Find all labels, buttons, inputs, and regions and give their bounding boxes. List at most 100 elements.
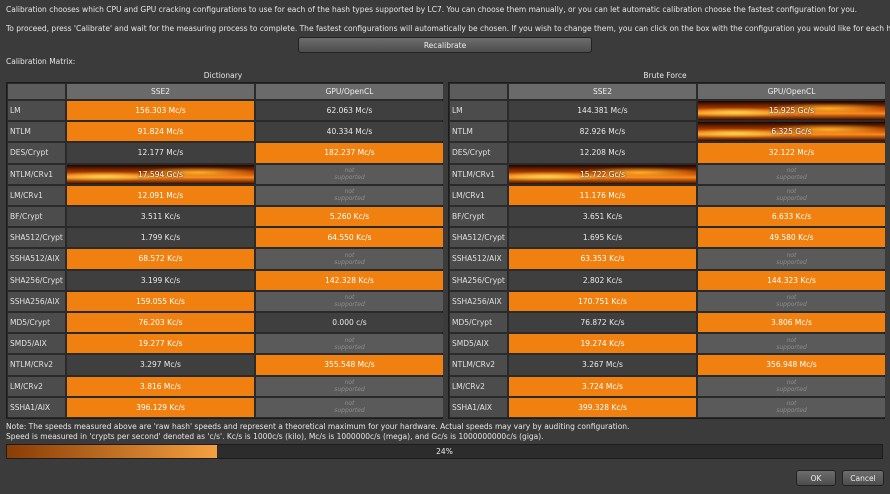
brute-force-ssha1-aix-gpu-opencl-cell: not supported (698, 397, 885, 417)
dictionary-row-label-des-crypt: DES/Crypt (8, 143, 65, 163)
dictionary-ssha512-aix-sse2-cell[interactable]: 68.572 Kc/s (67, 249, 254, 269)
brute-force-lm-crv2-gpu-opencl-cell: not supported (698, 376, 885, 396)
not-supported-text: not (786, 336, 797, 344)
dictionary-row-label-ssha512-aix: SSHA512/AIX (8, 249, 65, 269)
not-supported-text: supported (334, 174, 365, 182)
brute-force-row-label-md5-crypt: MD5/Crypt (450, 313, 507, 333)
dictionary-bf-crypt-sse2-cell[interactable]: 3.511 Kc/s (67, 207, 254, 227)
brute-force-sha512-crypt-sse2-cell[interactable]: 1.695 Kc/s (509, 228, 696, 248)
brute-force-des-crypt-sse2-cell[interactable]: 12.208 Mc/s (509, 143, 696, 163)
brute-force-sha256-crypt-sse2-cell[interactable]: 2.802 Kc/s (509, 270, 696, 290)
brute-force-row-label-ssha1-aix: SSHA1/AIX (450, 397, 507, 417)
not-supported-text: not (786, 251, 797, 259)
cancel-button[interactable]: Cancel (842, 470, 884, 486)
brute-force-ntlm-crv1-gpu-opencl-cell: not supported (698, 164, 885, 184)
not-supported-text: supported (334, 195, 365, 203)
brute-force-header-corner (450, 84, 507, 99)
dictionary-row-label-lm-crv1: LM/CRv1 (8, 185, 65, 205)
brute-force-ssha512-aix-sse2-cell[interactable]: 63.353 Kc/s (509, 249, 696, 269)
brute-force-ssha256-aix-sse2-cell[interactable]: 170.751 Kc/s (509, 291, 696, 311)
brute-force-row-label-ntlm: NTLM (450, 122, 507, 142)
brute-force-lm-crv2-sse2-cell[interactable]: 3.724 Mc/s (509, 376, 696, 396)
dictionary-ssha256-aix-gpu-opencl-cell: not supported (256, 291, 443, 311)
dictionary-md5-crypt-gpu-opencl-cell[interactable]: 0.000 c/s (256, 313, 443, 333)
brute-force-lm-gpu-opencl-cell[interactable]: 15.925 Gc/s (698, 101, 885, 121)
brute-force-ntlm-crv1-sse2-cell[interactable]: 15.722 Gc/s (509, 164, 696, 184)
dictionary-lm-crv1-gpu-opencl-cell: not supported (256, 185, 443, 205)
brute-force-bf-crypt-gpu-opencl-cell[interactable]: 6.633 Kc/s (698, 207, 885, 227)
dictionary-row-label-bf-crypt: BF/Crypt (8, 207, 65, 227)
dictionary-row-label-sha512-crypt: SHA512/Crypt (8, 228, 65, 248)
brute-force-smd5-aix-sse2-cell[interactable]: 19.274 Kc/s (509, 334, 696, 354)
brute-force-bf-crypt-sse2-cell[interactable]: 3.651 Kc/s (509, 207, 696, 227)
brute-force-lm-crv1-sse2-cell[interactable]: 11.176 Mc/s (509, 185, 696, 205)
not-supported-text: not (344, 294, 355, 302)
brute-force-sha512-crypt-gpu-opencl-cell[interactable]: 49.580 Kc/s (698, 228, 885, 248)
ok-button[interactable]: OK (796, 470, 836, 486)
brute-force-des-crypt-gpu-opencl-cell[interactable]: 32.122 Mc/s (698, 143, 885, 163)
dictionary-ssha256-aix-sse2-cell[interactable]: 159.055 Kc/s (67, 291, 254, 311)
calibration-matrix-label: Calibration Matrix: (6, 57, 76, 66)
dictionary-row-label-smd5-aix: SMD5/AIX (8, 334, 65, 354)
dictionary-bf-crypt-gpu-opencl-cell[interactable]: 5.260 Kc/s (256, 207, 443, 227)
intro-text-line-1: Calibration chooses which CPU and GPU cr… (6, 5, 858, 14)
brute-force-row-label-ntlm-crv1: NTLM/CRv1 (450, 164, 507, 184)
dictionary-ssha1-aix-sse2-cell[interactable]: 396.129 Kc/s (67, 397, 254, 417)
brute-force-lm-crv1-gpu-opencl-cell: not supported (698, 185, 885, 205)
brute-force-ntlm-sse2-cell[interactable]: 82.926 Mc/s (509, 122, 696, 142)
dictionary-sha512-crypt-sse2-cell[interactable]: 1.799 Kc/s (67, 228, 254, 248)
brute-force-ntlm-crv2-sse2-cell[interactable]: 3.267 Mc/s (509, 355, 696, 375)
not-supported-text: not (786, 188, 797, 196)
dictionary-des-crypt-sse2-cell[interactable]: 12.177 Mc/s (67, 143, 254, 163)
dictionary-ntlm-crv2-sse2-cell[interactable]: 3.297 Mc/s (67, 355, 254, 375)
not-supported-text: supported (776, 407, 807, 415)
not-supported-text: not (344, 400, 355, 408)
intro-text-line-2: To proceed, press 'Calibrate' and wait f… (6, 24, 890, 33)
brute-force-ssha256-aix-gpu-opencl-cell: not supported (698, 291, 885, 311)
brute-force-md5-crypt-sse2-cell[interactable]: 76.872 Kc/s (509, 313, 696, 333)
brute-force-ssha1-aix-sse2-cell[interactable]: 399.328 Kc/s (509, 397, 696, 417)
brute-force-row-label-bf-crypt: BF/Crypt (450, 207, 507, 227)
brute-force-row-label-ntlm-crv2: NTLM/CRv2 (450, 355, 507, 375)
dictionary-sha512-crypt-gpu-opencl-cell[interactable]: 64.550 Kc/s (256, 228, 443, 248)
dictionary-ntlm-crv2-gpu-opencl-cell[interactable]: 355.548 Mc/s (256, 355, 443, 375)
not-supported-text: supported (334, 407, 365, 415)
not-supported-text: supported (776, 301, 807, 309)
dictionary-ntlm-gpu-opencl-cell[interactable]: 40.334 Mc/s (256, 122, 443, 142)
brute-force-sha256-crypt-gpu-opencl-cell[interactable]: 144.323 Kc/s (698, 270, 885, 290)
dictionary-lm-crv1-sse2-cell[interactable]: 12.091 Mc/s (67, 185, 254, 205)
dictionary-sha256-crypt-sse2-cell[interactable]: 3.199 Kc/s (67, 270, 254, 290)
brute-force-ntlm-gpu-opencl-cell[interactable]: 6.325 Gc/s (698, 122, 885, 142)
dictionary-sha256-crypt-gpu-opencl-cell[interactable]: 142.328 Kc/s (256, 270, 443, 290)
dictionary-ntlm-crv1-sse2-cell[interactable]: 17.594 Gc/s (67, 164, 254, 184)
dictionary-ntlm-crv1-gpu-opencl-cell: not supported (256, 164, 443, 184)
dictionary-lm-crv2-sse2-cell[interactable]: 3.816 Mc/s (67, 376, 254, 396)
recalibrate-button[interactable]: Recalibrate (298, 37, 592, 53)
brute-force-row-label-smd5-aix: SMD5/AIX (450, 334, 507, 354)
dictionary-lm-crv2-gpu-opencl-cell: not supported (256, 376, 443, 396)
not-supported-text: not (786, 167, 797, 175)
note-text-line-1: Note: The speeds measured above are 'raw… (6, 422, 630, 431)
brute-force-row-label-ssha256-aix: SSHA256/AIX (450, 291, 507, 311)
brute-force-row-label-sha512-crypt: SHA512/Crypt (450, 228, 507, 248)
dictionary-lm-sse2-cell[interactable]: 156.303 Mc/s (67, 101, 254, 121)
dictionary-lm-gpu-opencl-cell[interactable]: 62.063 Mc/s (256, 101, 443, 121)
dictionary-row-label-lm: LM (8, 101, 65, 121)
brute-force-row-label-ssha512-aix: SSHA512/AIX (450, 249, 507, 269)
dictionary-smd5-aix-sse2-cell[interactable]: 19.277 Kc/s (67, 334, 254, 354)
not-supported-text: supported (334, 386, 365, 394)
brute-force-ntlm-crv2-gpu-opencl-cell[interactable]: 356.948 Mc/s (698, 355, 885, 375)
brute-force-column-header-gpu-opencl: GPU/OpenCL (698, 84, 885, 99)
dictionary-md5-crypt-sse2-cell[interactable]: 76.203 Kc/s (67, 313, 254, 333)
not-supported-text: not (344, 167, 355, 175)
dictionary-row-label-ntlm: NTLM (8, 122, 65, 142)
dictionary-ntlm-sse2-cell[interactable]: 91.824 Mc/s (67, 122, 254, 142)
dictionary-column-header-sse2: SSE2 (67, 84, 254, 99)
brute-force-md5-crypt-gpu-opencl-cell[interactable]: 3.806 Mc/s (698, 313, 885, 333)
dictionary-row-label-ntlm-crv1: NTLM/CRv1 (8, 164, 65, 184)
not-supported-text: supported (776, 258, 807, 266)
dictionary-des-crypt-gpu-opencl-cell[interactable]: 182.237 Mc/s (256, 143, 443, 163)
brute-force-row-label-sha256-crypt: SHA256/Crypt (450, 270, 507, 290)
brute-force-row-label-lm-crv2: LM/CRv2 (450, 376, 507, 396)
brute-force-lm-sse2-cell[interactable]: 144.381 Mc/s (509, 101, 696, 121)
